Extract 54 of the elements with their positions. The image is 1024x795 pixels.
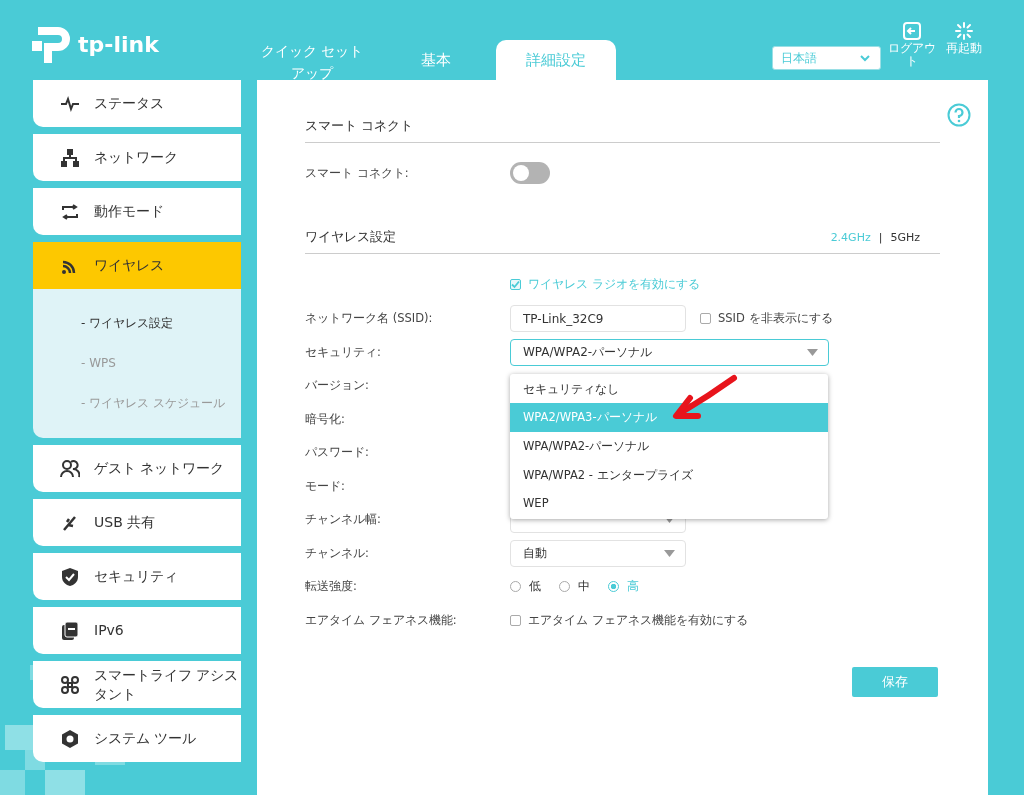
dropdown-option[interactable]: セキュリティなし: [510, 374, 828, 404]
field-label: バージョン:: [305, 378, 370, 394]
ssid-field[interactable]: TP-Link_32C9: [510, 305, 686, 333]
sidebar-item[interactable]: ワイヤレス: [33, 242, 241, 289]
dropdown-option[interactable]: WPA/WPA2-パーソナル: [510, 431, 828, 461]
field-label: スマート コネクト:: [305, 165, 410, 181]
field-label: エアタイム フェアネス機能:: [305, 612, 458, 628]
section-title: スマート コネクト: [305, 117, 414, 135]
airtime-checkbox[interactable]: エアタイム フェアネス機能を有効にする: [510, 612, 748, 628]
select-field[interactable]: 自動: [510, 539, 686, 567]
dropdown-arrow-icon: [664, 516, 675, 524]
separator: |: [878, 230, 883, 244]
gear-icon: [60, 728, 80, 749]
submenu-item[interactable]: - ワイヤレス設定: [81, 303, 241, 343]
radio-option[interactable]: 中: [559, 579, 590, 595]
field-label: セキュリティ:: [305, 344, 382, 360]
select-field[interactable]: WPA/WPA2-パーソナル: [510, 338, 829, 366]
field-label: モード:: [305, 478, 346, 494]
section-title: ワイヤレス設定: [305, 228, 396, 246]
field-label: チャンネル幅:: [305, 512, 382, 528]
field-label: ネットワーク名 (SSID):: [305, 311, 434, 327]
sidebar-item[interactable]: スマートライフ アシスタント: [33, 661, 241, 708]
field-label: パスワード:: [305, 445, 370, 461]
chevron-icon: [860, 54, 870, 62]
band-tab[interactable]: 5GHz: [890, 230, 920, 244]
field-label: 転送強度:: [305, 579, 358, 595]
sidebar-item[interactable]: 動作モード: [33, 188, 241, 235]
sidebar-item[interactable]: USB 共有: [33, 499, 241, 546]
sidebar-item[interactable]: IPv6: [33, 607, 241, 654]
dropdown-option[interactable]: WEP: [510, 489, 828, 518]
swap-icon: [60, 201, 80, 222]
logo-text: tp-link: [78, 31, 159, 57]
hide-ssid-checkbox[interactable]: SSID を非表示にする: [700, 311, 833, 327]
field-label: チャンネル:: [305, 545, 370, 561]
command-icon: [60, 674, 80, 695]
sidebar-item[interactable]: ネットワーク: [33, 134, 241, 181]
dropdown-arrow-icon: [807, 348, 818, 356]
sidebar-item[interactable]: システム ツール: [33, 715, 241, 762]
shield-icon: [60, 566, 80, 587]
sidebar-item[interactable]: ステータス: [33, 80, 241, 127]
logout-icon: [903, 22, 921, 40]
radio-option[interactable]: 低: [510, 579, 541, 595]
sidebar-item[interactable]: ゲスト ネットワーク: [33, 445, 241, 492]
dropdown-arrow-icon: [664, 549, 675, 557]
help-icon[interactable]: [947, 103, 971, 127]
dropdown-option[interactable]: WPA/WPA2 - エンタープライズ: [510, 460, 828, 490]
toggle-switch[interactable]: [510, 162, 550, 184]
checkmark-icon: [511, 279, 520, 289]
network-icon: [60, 147, 80, 168]
document-icon: [60, 620, 80, 641]
field-label: 暗号化:: [305, 411, 346, 427]
sidebar-item[interactable]: セキュリティ: [33, 553, 241, 600]
spinner-icon: [955, 22, 973, 40]
users-icon: [60, 458, 80, 479]
